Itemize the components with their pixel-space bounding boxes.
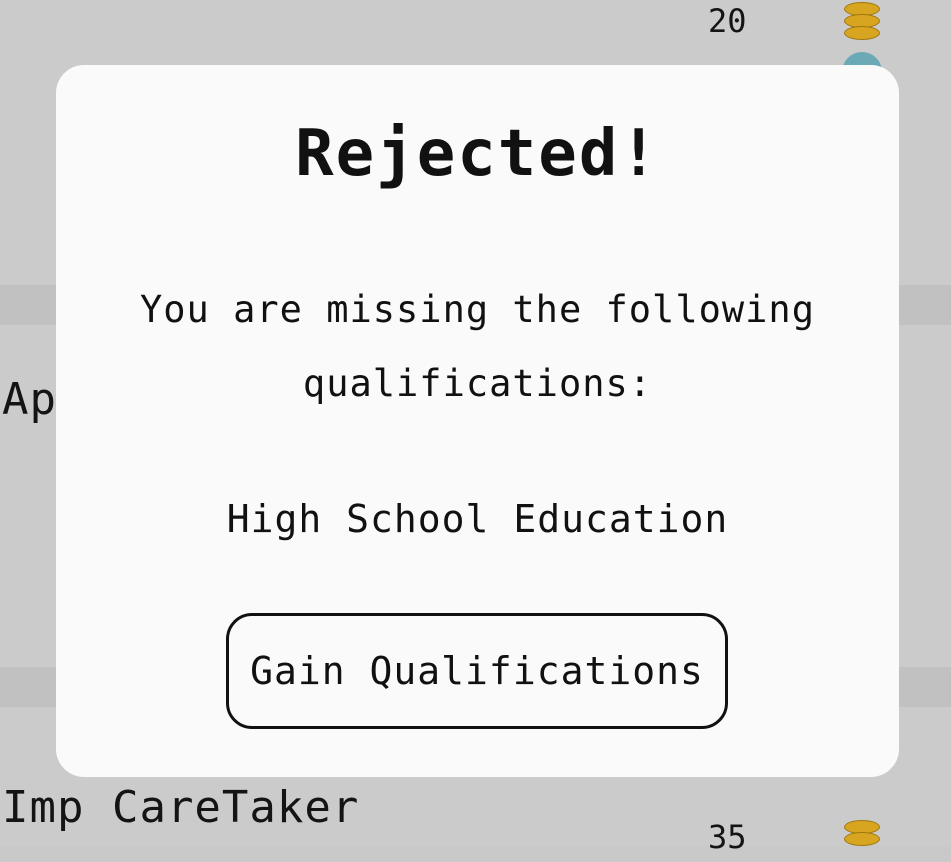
- gain-qualifications-button[interactable]: Gain Qualifications: [226, 613, 728, 729]
- missing-qualification: High School Education: [226, 497, 729, 541]
- dialog-message: You are missing the following qualificat…: [139, 288, 815, 405]
- modal-backdrop[interactable]: Rejected! You are missing the following …: [0, 0, 951, 846]
- rejection-dialog: Rejected! You are missing the following …: [56, 65, 899, 777]
- dialog-title: Rejected!: [295, 117, 660, 191]
